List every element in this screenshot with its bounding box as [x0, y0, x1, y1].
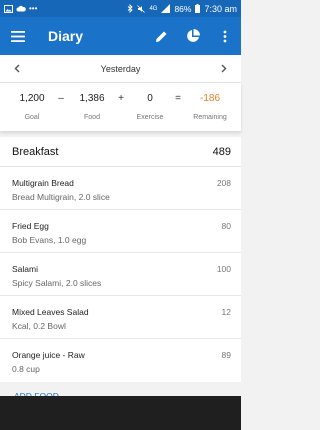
status-bar: ••• 4G 86% 7:30 am — [0, 0, 241, 17]
more-options-button[interactable] — [209, 17, 241, 55]
goal-value: 1,200 — [19, 93, 45, 104]
plus-sign: + — [118, 93, 124, 104]
food-entry[interactable]: Salami Spicy Salami, 2.0 slices 100 — [0, 253, 241, 296]
calorie-summary: 1,200 Goal – 1,386 Food + 0 Exercise = -… — [0, 83, 241, 131]
food-description: Bread Multigrain, 2.0 slice — [12, 192, 110, 202]
meal-section: Breakfast 489 Multigrain Bread Bread Mul… — [0, 137, 241, 382]
next-day-button[interactable] — [217, 62, 231, 75]
more-vert-icon — [223, 30, 227, 42]
chevron-right-icon — [221, 64, 227, 73]
food-name: Multigrain Bread — [12, 178, 74, 188]
food-name: Salami — [12, 264, 38, 274]
current-date[interactable]: Yesterday — [101, 64, 141, 74]
food-value: 1,386 — [79, 93, 105, 104]
remaining-value: -186 — [199, 93, 220, 104]
clock: 7:30 am — [204, 3, 237, 14]
edit-button[interactable] — [145, 17, 177, 55]
food-entry[interactable]: Mixed Leaves Salad Kcal, 0.2 Bowl 12 — [0, 296, 241, 339]
food-name: Fried Egg — [12, 221, 49, 231]
food-description: Spicy Salami, 2.0 slices — [12, 278, 102, 288]
battery-icon — [195, 4, 201, 13]
food-calories: 12 — [221, 307, 231, 317]
food-calories: 100 — [216, 264, 231, 274]
food-label: Food — [84, 114, 100, 121]
food-name: Mixed Leaves Salad — [12, 307, 89, 317]
signal-icon — [161, 4, 171, 13]
more-notifications-icon: ••• — [29, 4, 38, 13]
battery-percent: 86% — [174, 3, 192, 14]
notification-icons: ••• — [4, 4, 37, 13]
previous-day-button[interactable] — [10, 62, 24, 75]
exercise-label: Exercise — [136, 114, 164, 121]
nutrition-chart-button[interactable] — [177, 17, 209, 55]
food-description: 0.8 cup — [12, 364, 40, 374]
remaining-label: Remaining — [193, 114, 227, 121]
add-food-row[interactable]: ADD FOOD — [0, 382, 241, 396]
equals-sign: = — [175, 93, 181, 104]
pie-chart-icon — [187, 29, 200, 42]
food-entry[interactable]: Orange juice - Raw 0.8 cup 89 — [0, 339, 241, 382]
mute-icon — [137, 4, 146, 13]
edit-icon — [155, 31, 166, 42]
menu-button[interactable] — [0, 17, 36, 55]
bluetooth-icon — [128, 4, 134, 13]
minus-sign: – — [58, 93, 64, 104]
food-entry[interactable]: Multigrain Bread Bread Multigrain, 2.0 s… — [0, 167, 241, 210]
app-bar: Diary — [0, 17, 241, 55]
cloud-notification-icon — [16, 5, 26, 12]
goal-label: Goal — [24, 114, 40, 121]
page-title: Diary — [48, 28, 84, 44]
meal-calories: 489 — [212, 145, 231, 158]
food-entry[interactable]: Fried Egg Bob Evans, 1.0 egg 80 — [0, 210, 241, 253]
network-type-label: 4G — [149, 5, 158, 12]
food-calories: 208 — [216, 178, 231, 188]
food-description: Kcal, 0.2 Bowl — [12, 321, 66, 331]
date-navigator: Yesterday — [0, 55, 241, 83]
meal-name: Breakfast — [12, 145, 59, 158]
food-calories: 89 — [221, 350, 231, 360]
chevron-left-icon — [14, 64, 20, 73]
menu-icon — [11, 30, 25, 42]
picture-notification-icon — [4, 4, 13, 13]
exercise-value: 0 — [147, 93, 153, 104]
meal-header[interactable]: Breakfast 489 — [0, 137, 241, 167]
food-description: Bob Evans, 1.0 egg — [12, 235, 87, 245]
food-name: Orange juice - Raw — [12, 350, 85, 360]
system-navigation-bar — [0, 396, 241, 430]
food-calories: 80 — [221, 221, 231, 231]
